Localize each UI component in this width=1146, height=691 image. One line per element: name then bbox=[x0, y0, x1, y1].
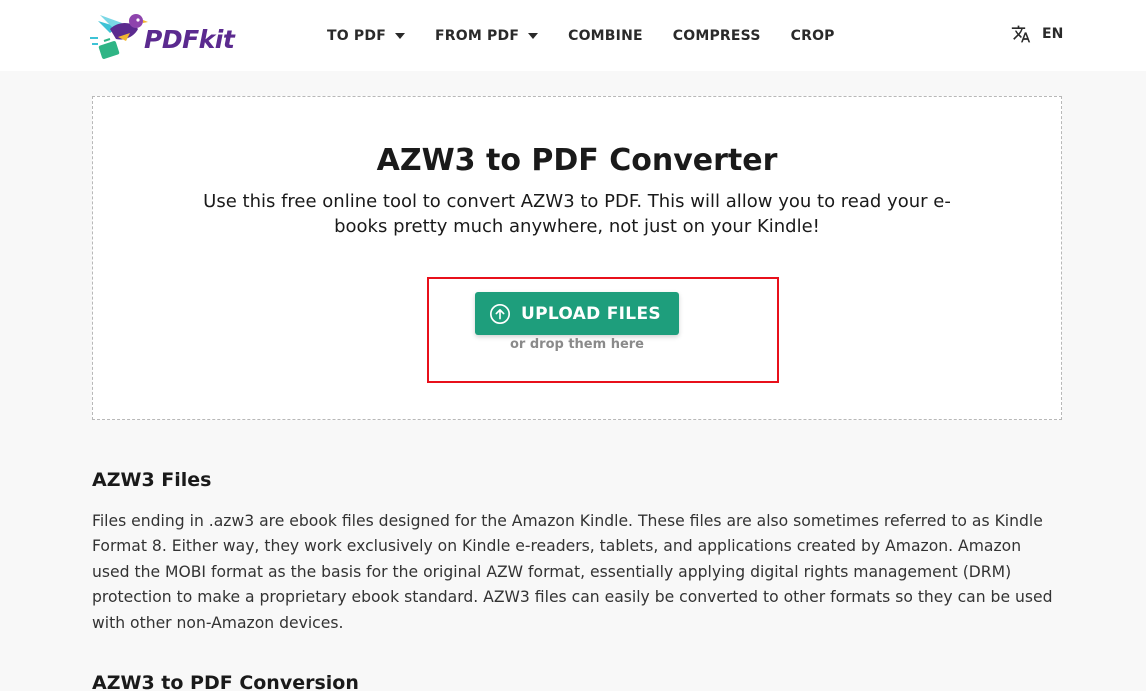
section-title-azw3-files: AZW3 Files bbox=[92, 469, 212, 491]
main-nav: TO PDF FROM PDF COMBINE COMPRESS CROP bbox=[327, 0, 835, 71]
upload-arrow-icon bbox=[490, 303, 510, 324]
nav-to-pdf-label: TO PDF bbox=[327, 27, 386, 44]
upload-files-button[interactable]: UPLOAD FILES bbox=[475, 292, 679, 335]
brand-logo[interactable]: PDFkit bbox=[88, 6, 238, 64]
section-title-azw3-to-pdf: AZW3 to PDF Conversion bbox=[92, 672, 359, 691]
language-code: EN bbox=[1042, 26, 1064, 42]
caret-down-icon bbox=[528, 32, 539, 39]
nav-compress[interactable]: COMPRESS bbox=[673, 28, 761, 44]
brand-name: PDFkit bbox=[144, 24, 235, 54]
nav-combine[interactable]: COMBINE bbox=[568, 28, 643, 44]
translate-icon bbox=[1011, 25, 1031, 43]
caret-down-icon bbox=[394, 32, 405, 39]
drop-hint-text: or drop them here bbox=[509, 337, 644, 352]
page-description: Use this free online tool to convert AZW… bbox=[203, 191, 951, 237]
section-body-azw3-files: Files ending in .azw3 are ebook files de… bbox=[92, 512, 1053, 632]
language-selector[interactable]: EN bbox=[1011, 24, 1063, 44]
site-header: PDFkit TO PDF FROM PDF COMBINE COMPRESS … bbox=[0, 0, 1146, 71]
nav-from-pdf[interactable]: FROM PDF bbox=[434, 27, 539, 44]
nav-compress-label: COMPRESS bbox=[672, 27, 761, 44]
upload-files-label: UPLOAD FILES bbox=[521, 303, 661, 324]
nav-crop[interactable]: CROP bbox=[791, 28, 835, 44]
nav-combine-label: COMBINE bbox=[568, 27, 643, 44]
hummingbird-logo-icon bbox=[90, 14, 148, 59]
nav-from-pdf-label: FROM PDF bbox=[434, 27, 520, 44]
nav-to-pdf[interactable]: TO PDF bbox=[327, 28, 405, 44]
nav-crop-label: CROP bbox=[790, 27, 835, 44]
page-title: AZW3 to PDF Converter bbox=[376, 143, 778, 178]
file-dropzone[interactable]: AZW3 to PDF Converter Use this free onli… bbox=[92, 96, 1062, 420]
